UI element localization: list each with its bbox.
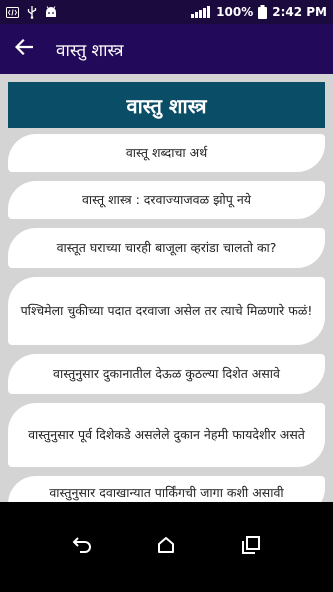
list-item-6[interactable]: वास्तुनुसार दवाखान्यात पार्किंगची जागा क… — [8, 476, 325, 502]
content-list[interactable]: वास्तु शास्त्र वास्तू शब्दाचा अर्थ वास्त… — [0, 74, 333, 502]
nav-home-button[interactable] — [146, 527, 186, 567]
page-title: वास्तु शास्त्र — [56, 40, 124, 61]
list-item-2[interactable]: वास्तूत घराच्या चारही बाजूला व्हरांडा चा… — [8, 228, 325, 268]
banner-title: वास्तु शास्त्र — [8, 82, 325, 128]
home-icon — [157, 536, 175, 558]
code-icon — [6, 6, 19, 18]
list-item-0[interactable]: वास्तू शब्दाचा अर्थ — [8, 134, 325, 172]
status-left-icons — [0, 5, 57, 19]
app-bar: वास्तु शास्त्र — [0, 24, 333, 74]
list-item-1[interactable]: वास्तू शास्त्र : दरवाज्याजवळ झोपू नये — [8, 181, 325, 219]
back-button[interactable] — [0, 24, 48, 74]
battery-icon — [258, 5, 268, 19]
list-item-label: वास्तुनुसार पूर्व दिशेकडे असलेले दुकान न… — [28, 427, 305, 442]
list-item-label: वास्तुनुसार दवाखान्यात पार्किंगची जागा क… — [49, 485, 284, 500]
recents-icon — [241, 536, 260, 558]
battery-percent: 100% — [216, 5, 254, 19]
list-item-label: वास्तुनुसार दुकानातील देऊळ कुठल्या दिशेत… — [53, 366, 280, 381]
android-icon — [45, 6, 57, 18]
status-right: 100% 2:42 PM — [191, 5, 333, 19]
usb-icon — [27, 5, 37, 19]
signal-icon — [191, 6, 211, 18]
list-item-label: पश्चिमेला चुकीच्या पदात दरवाजा असेल तर त… — [20, 303, 313, 318]
list-item-3[interactable]: पश्चिमेला चुकीच्या पदात दरवाजा असेल तर त… — [8, 277, 325, 345]
nav-recents-button[interactable] — [231, 527, 271, 567]
list-item-label: वास्तूत घराच्या चारही बाजूला व्हरांडा चा… — [56, 240, 277, 255]
status-time: 2:42 PM — [272, 5, 327, 19]
list-item-label: वास्तू शास्त्र : दरवाज्याजवळ झोपू नये — [81, 192, 252, 207]
list-item-4[interactable]: वास्तुनुसार दुकानातील देऊळ कुठल्या दिशेत… — [8, 354, 325, 394]
nav-back-button[interactable] — [62, 527, 102, 567]
list-item-label: वास्तू शब्दाचा अर्थ — [125, 145, 208, 160]
status-bar: 100% 2:42 PM — [0, 0, 333, 24]
arrow-left-icon — [14, 38, 34, 59]
back-arrow-icon — [72, 537, 92, 557]
list-item-5[interactable]: वास्तुनुसार पूर्व दिशेकडे असलेले दुकान न… — [8, 403, 325, 467]
navigation-bar — [0, 502, 333, 592]
